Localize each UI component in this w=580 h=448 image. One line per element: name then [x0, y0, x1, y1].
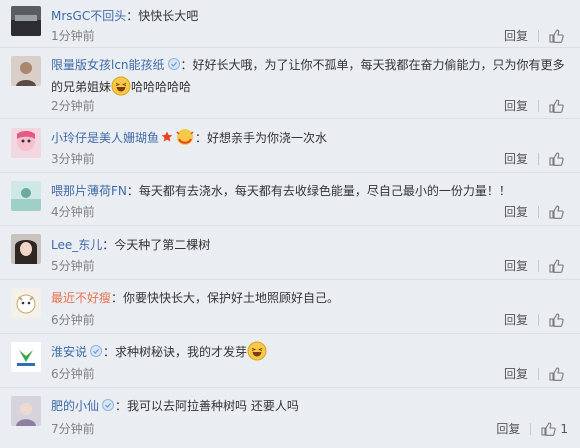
like-button[interactable]	[549, 367, 568, 381]
divider	[538, 153, 539, 165]
thumbs-up-icon	[549, 152, 564, 166]
comment-username[interactable]: 淮安说	[51, 345, 87, 359]
comment-time: 6分钟前	[51, 367, 95, 381]
laughing-emoji-icon	[111, 76, 131, 96]
comment-text: ：今天种了第二棵树	[102, 238, 211, 252]
avatar[interactable]	[11, 181, 41, 211]
divider	[538, 260, 539, 272]
reply-button[interactable]: 回复	[504, 256, 528, 276]
comment-text: ：我可以去阿拉善种树吗 还要人吗	[115, 399, 299, 413]
avatar[interactable]	[11, 234, 41, 264]
comment-username[interactable]: 最近不好瘦	[51, 291, 111, 305]
comment-item: 限量版女孩lcn能孩纸 ：好好长大哦，为了让你不孤单，每天我都在奋力偷能力，只为你…	[0, 48, 580, 119]
reply-button[interactable]: 回复	[504, 26, 528, 46]
thumbs-up-icon	[549, 313, 564, 327]
comment-text: ：每天都有去浇水，每天都有去收绿色能量，尽自己最小的一份力量！！	[126, 184, 511, 198]
thumbs-up-icon	[549, 259, 564, 273]
reply-button[interactable]: 回复	[504, 202, 528, 222]
comment-username[interactable]: 限量版女孩lcn能孩纸	[51, 58, 165, 72]
thumbs-up-icon	[549, 367, 564, 381]
thumbs-up-icon	[549, 99, 564, 113]
divider	[538, 30, 539, 42]
avatar[interactable]	[11, 288, 41, 318]
comment-time: 3分钟前	[51, 152, 95, 166]
comment-item: 最近不好瘦：你要快快长大，保护好土地照顾好自己。 6分钟前 回复	[0, 280, 580, 334]
reply-button[interactable]: 回复	[504, 149, 528, 169]
reply-button[interactable]: 回复	[504, 96, 528, 116]
verified-badge-icon	[167, 58, 180, 70]
like-button[interactable]	[549, 313, 568, 327]
divider	[538, 100, 539, 112]
comment-time: 4分钟前	[51, 205, 95, 219]
divider	[530, 423, 532, 435]
comment-username[interactable]: 肥的小仙	[51, 399, 99, 413]
comment-text: ：求种树秘诀，我的才发芽	[103, 345, 248, 359]
comment-text: ：好想亲手为你浇一次水	[195, 131, 328, 145]
comment-time: 7分钟前	[51, 422, 95, 436]
like-button[interactable]	[549, 259, 568, 273]
reply-button[interactable]: 回复	[496, 419, 520, 439]
comment-username[interactable]: 小玲仔是美人姗瑚鱼	[51, 131, 159, 145]
comment-text: ：快快长大吧	[126, 9, 199, 23]
divider	[538, 368, 539, 380]
reply-button[interactable]: 回复	[504, 310, 528, 330]
divider	[538, 314, 539, 326]
comment-username[interactable]: 喂那片薄荷FN	[51, 184, 127, 198]
star-icon	[161, 131, 173, 142]
comment-username[interactable]: Lee_东儿	[51, 238, 102, 252]
comment-item: MrsGC不回头：快快长大吧 1分钟前 回复	[0, 0, 580, 48]
avatar[interactable]	[11, 342, 41, 372]
like-button[interactable]	[549, 29, 568, 43]
clapping-emoji-icon	[176, 129, 194, 145]
like-count: 1	[560, 422, 568, 436]
comment-list: MrsGC不回头：快快长大吧 1分钟前 回复 限量版女孩lcn能孩纸 ：好好长大哦…	[0, 0, 580, 448]
laughing-emoji-icon	[247, 341, 267, 361]
comment-item: Lee_东儿：今天种了第二棵树 5分钟前 回复	[0, 226, 580, 280]
like-button[interactable]	[549, 99, 568, 113]
verified-badge-icon	[102, 399, 115, 411]
thumbs-up-icon	[541, 422, 557, 436]
thumbs-up-icon	[549, 205, 564, 219]
comment-time: 1分钟前	[51, 29, 95, 43]
divider	[538, 206, 539, 218]
comment-item: 淮安说 ：求种树秘诀，我的才发芽 6分钟前 回复	[0, 334, 580, 388]
comment-item: 肥的小仙 ：我可以去阿拉善种树吗 还要人吗 7分钟前 回复 1	[0, 388, 580, 448]
like-button[interactable]: 1	[541, 419, 568, 439]
comment-text-extra: 哈哈哈哈哈	[131, 80, 192, 94]
comment-item: 喂那片薄荷FN：每天都有去浇水，每天都有去收绿色能量，尽自己最小的一份力量！！ …	[0, 173, 580, 226]
verified-badge-icon	[90, 345, 103, 357]
like-button[interactable]	[549, 205, 568, 219]
comment-item: 小玲仔是美人姗瑚鱼 ：好想亲手为你浇一次水 3分钟前 回复	[0, 119, 580, 173]
avatar[interactable]	[11, 56, 41, 86]
reply-button[interactable]: 回复	[504, 364, 528, 384]
comment-username[interactable]: MrsGC不回头	[51, 9, 126, 23]
comment-time: 2分钟前	[51, 99, 95, 113]
avatar[interactable]	[11, 128, 41, 158]
comment-text: ：你要快快长大，保护好土地照顾好自己。	[111, 291, 340, 305]
comment-time: 5分钟前	[51, 259, 95, 273]
avatar[interactable]	[11, 396, 41, 426]
avatar[interactable]	[11, 6, 41, 36]
comment-time: 6分钟前	[51, 313, 95, 327]
like-button[interactable]	[549, 152, 568, 166]
thumbs-up-icon	[549, 29, 564, 43]
